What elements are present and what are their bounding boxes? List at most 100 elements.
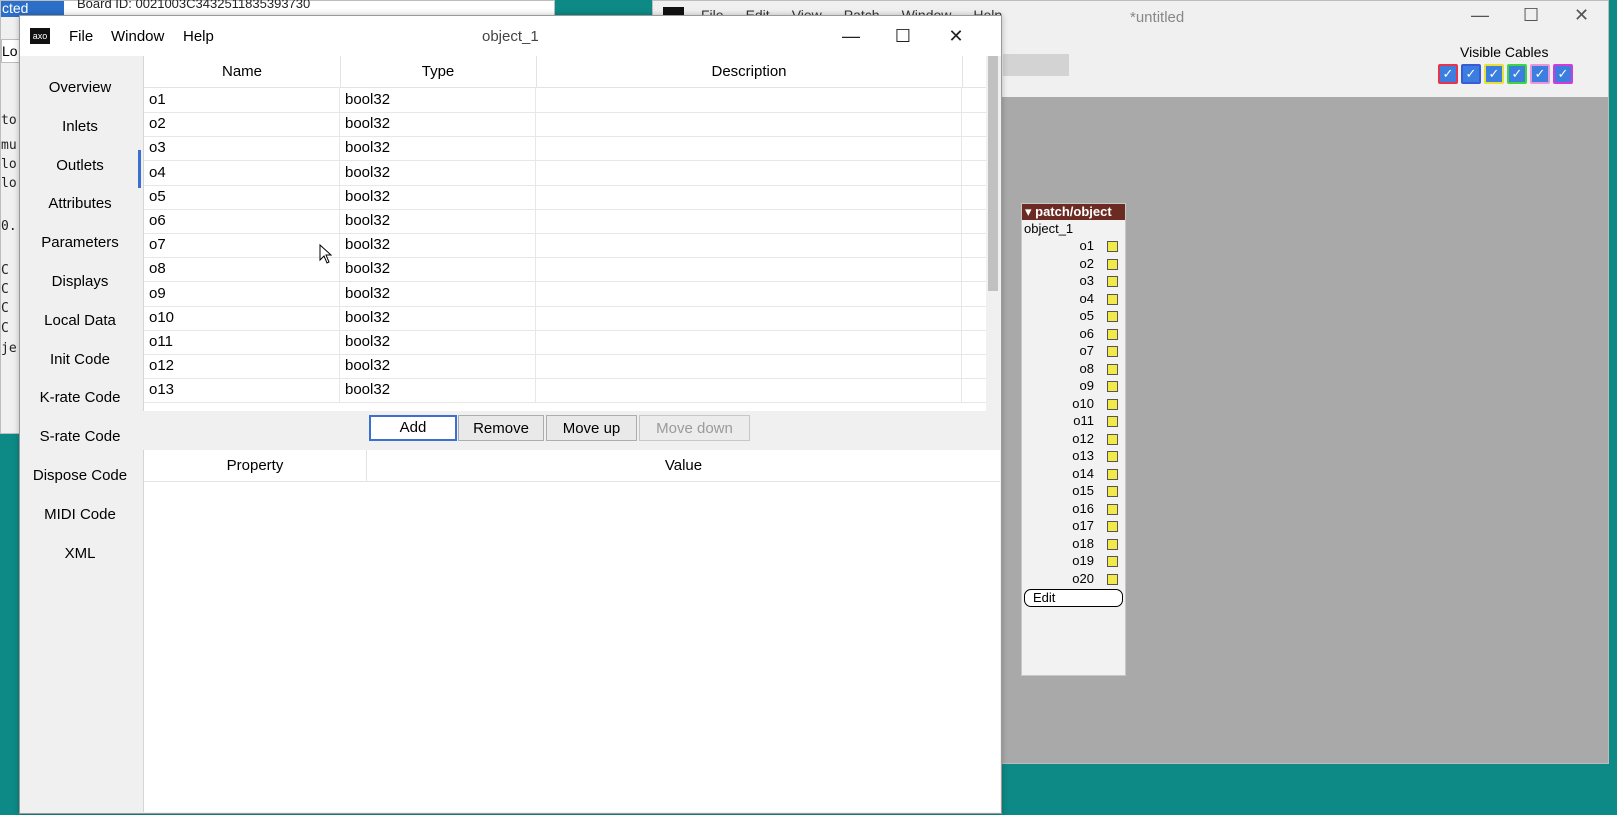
table-cell-description[interactable] xyxy=(536,353,962,379)
table-cell-description[interactable] xyxy=(536,377,962,403)
outlet-jack-icon[interactable] xyxy=(1107,538,1118,550)
sidebar-item-overview[interactable]: Overview xyxy=(20,72,140,104)
patch-minimize-icon[interactable]: — xyxy=(1471,5,1489,26)
sidebar-item-attributes[interactable]: Attributes xyxy=(20,188,140,220)
value-column-header[interactable]: Value xyxy=(367,450,1000,482)
table-cell-type[interactable]: bool32 xyxy=(340,377,536,403)
menu-window[interactable]: Window xyxy=(111,28,164,45)
sidebar-item-xml[interactable]: XML xyxy=(20,538,140,570)
menu-file[interactable]: File xyxy=(69,28,93,45)
table-cell-description[interactable] xyxy=(536,256,962,282)
outlet-jack-icon[interactable] xyxy=(1107,556,1118,567)
table-cell-name[interactable]: o1 xyxy=(144,87,340,112)
table-cell-description[interactable] xyxy=(536,87,962,112)
table-cell-name[interactable]: o13 xyxy=(144,377,340,403)
outlets-table-scrollbar[interactable] xyxy=(986,56,1000,411)
move-down-button[interactable]: Move down xyxy=(639,415,750,441)
table-row[interactable]: o10 bool32 xyxy=(144,304,987,331)
outlet-jack-icon[interactable] xyxy=(1107,486,1118,497)
maximize-icon[interactable]: ☐ xyxy=(891,24,915,48)
outlet-jack-icon[interactable] xyxy=(1107,468,1118,480)
table-cell-type[interactable]: bool32 xyxy=(340,353,536,379)
table-row[interactable]: o3 bool32 xyxy=(144,135,987,162)
patch-close-icon[interactable]: ✕ xyxy=(1574,5,1589,26)
cable-visibility-checkbox[interactable]: ✓ xyxy=(1438,64,1458,84)
table-cell-description[interactable] xyxy=(536,232,962,258)
outlet-jack-icon[interactable] xyxy=(1107,398,1118,410)
table-cell-type[interactable]: bool32 xyxy=(340,183,536,209)
table-row[interactable]: o11 bool32 xyxy=(144,329,987,355)
table-cell-name[interactable]: o6 xyxy=(144,208,340,233)
table-cell-name[interactable]: o10 xyxy=(144,304,340,330)
outlet-jack-icon[interactable] xyxy=(1107,433,1118,445)
table-cell-type[interactable]: bool32 xyxy=(340,329,536,354)
outlet-jack-icon[interactable] xyxy=(1107,521,1118,532)
sidebar-item-outlets[interactable]: Outlets xyxy=(20,150,140,182)
sidebar-item-midi-code[interactable]: MIDI Code xyxy=(20,499,140,531)
table-row[interactable]: o7 bool32 xyxy=(144,232,987,259)
column-description-header[interactable]: Description xyxy=(536,56,963,87)
table-row[interactable]: o9 bool32 xyxy=(144,280,987,307)
outlet-jack-icon[interactable] xyxy=(1107,503,1118,515)
sidebar-item-inlets[interactable]: Inlets xyxy=(20,111,140,143)
outlet-jack-icon[interactable] xyxy=(1107,258,1118,270)
table-row[interactable]: o12 bool32 xyxy=(144,353,987,380)
patch-maximize-icon[interactable]: ☐ xyxy=(1523,5,1539,26)
outlet-jack-icon[interactable] xyxy=(1107,416,1118,427)
outlet-jack-icon[interactable] xyxy=(1107,573,1118,585)
outlet-jack-icon[interactable] xyxy=(1107,328,1118,340)
table-cell-type[interactable]: bool32 xyxy=(340,159,536,185)
table-cell-description[interactable] xyxy=(536,208,962,233)
table-cell-description[interactable] xyxy=(536,111,962,137)
cable-visibility-checkbox[interactable]: ✓ xyxy=(1530,64,1550,84)
table-cell-type[interactable]: bool32 xyxy=(340,135,536,161)
sidebar-item-s-rate-code[interactable]: S-rate Code xyxy=(20,421,140,453)
outlet-jack-icon[interactable] xyxy=(1107,241,1118,252)
sidebar-item-init-code[interactable]: Init Code xyxy=(20,344,140,376)
sidebar-item-dispose-code[interactable]: Dispose Code xyxy=(20,460,140,492)
table-cell-type[interactable]: bool32 xyxy=(340,256,536,282)
table-row[interactable]: o5 bool32 xyxy=(144,183,987,210)
menu-help[interactable]: Help xyxy=(183,28,214,45)
table-cell-description[interactable] xyxy=(536,183,962,209)
cable-visibility-checkbox[interactable]: ✓ xyxy=(1484,64,1504,84)
table-row[interactable]: o1 bool32 xyxy=(144,87,987,113)
table-row[interactable]: o8 bool32 xyxy=(144,256,987,283)
patch-object-header[interactable]: ▾ patch/object xyxy=(1022,204,1125,220)
table-row[interactable]: o2 bool32 xyxy=(144,111,987,138)
table-cell-name[interactable]: o5 xyxy=(144,183,340,209)
outlet-jack-icon[interactable] xyxy=(1107,381,1118,392)
table-row[interactable]: o13 bool32 xyxy=(144,377,987,404)
sidebar-item-displays[interactable]: Displays xyxy=(20,266,140,298)
minimize-icon[interactable]: — xyxy=(839,24,863,48)
sidebar-item-parameters[interactable]: Parameters xyxy=(20,227,140,259)
table-cell-name[interactable]: o12 xyxy=(144,353,340,379)
table-cell-name[interactable]: o8 xyxy=(144,256,340,282)
table-cell-name[interactable]: o3 xyxy=(144,135,340,161)
table-row[interactable]: o6 bool32 xyxy=(144,208,987,234)
add-button[interactable]: Add xyxy=(369,415,457,441)
table-cell-name[interactable]: o11 xyxy=(144,329,340,354)
table-cell-name[interactable]: o2 xyxy=(144,111,340,137)
table-cell-name[interactable]: o4 xyxy=(144,159,340,185)
move-up-button[interactable]: Move up xyxy=(546,415,637,441)
table-cell-description[interactable] xyxy=(536,135,962,161)
column-type-header[interactable]: Type xyxy=(340,56,537,87)
table-cell-description[interactable] xyxy=(536,159,962,185)
outlet-jack-icon[interactable] xyxy=(1107,276,1118,287)
table-cell-type[interactable]: bool32 xyxy=(340,208,536,233)
table-row[interactable]: o4 bool32 xyxy=(144,159,987,186)
table-cell-type[interactable]: bool32 xyxy=(340,304,536,330)
patch-object-edit-button[interactable]: Edit xyxy=(1024,589,1123,607)
remove-button[interactable]: Remove xyxy=(458,415,544,441)
table-cell-type[interactable]: bool32 xyxy=(340,232,536,258)
table-cell-description[interactable] xyxy=(536,304,962,330)
close-icon[interactable]: ✕ xyxy=(944,24,968,48)
table-cell-type[interactable]: bool32 xyxy=(340,87,536,112)
table-cell-description[interactable] xyxy=(536,280,962,306)
sidebar-item-local-data[interactable]: Local Data xyxy=(20,305,140,337)
table-cell-description[interactable] xyxy=(536,329,962,354)
outlet-jack-icon[interactable] xyxy=(1107,311,1118,322)
outlet-jack-icon[interactable] xyxy=(1107,363,1118,375)
table-cell-type[interactable]: bool32 xyxy=(340,280,536,306)
